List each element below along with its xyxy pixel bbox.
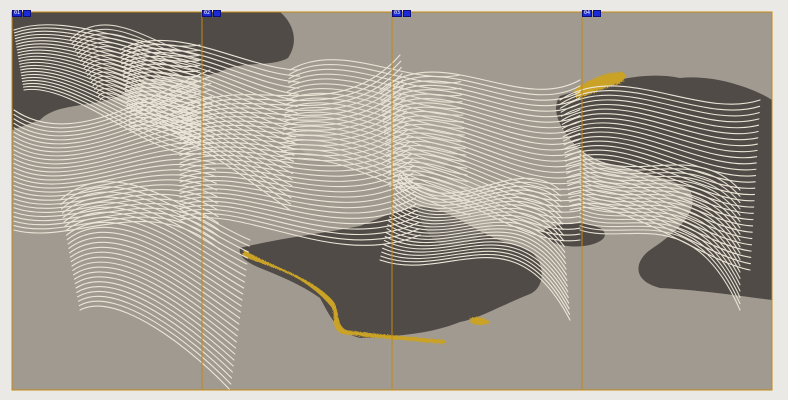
panel-marker-2[interactable]: 02 xyxy=(202,10,212,17)
panel-marker-1[interactable]: 01 xyxy=(12,10,22,17)
panel-marker-3[interactable]: 03 xyxy=(392,10,402,17)
panel-marker-4[interactable]: 04 xyxy=(582,10,592,17)
panel-icon[interactable] xyxy=(213,10,221,17)
panel-number: 01 xyxy=(14,10,21,16)
mural-artwork xyxy=(11,11,773,391)
panel-icon[interactable] xyxy=(403,10,411,17)
panel-number: 04 xyxy=(584,10,591,16)
panel-icon[interactable] xyxy=(23,10,31,17)
panel-number: 03 xyxy=(394,10,401,16)
panel-number: 02 xyxy=(204,10,211,16)
panel-icon[interactable] xyxy=(593,10,601,17)
canvas-view: 01 02 03 04 xyxy=(0,0,788,400)
